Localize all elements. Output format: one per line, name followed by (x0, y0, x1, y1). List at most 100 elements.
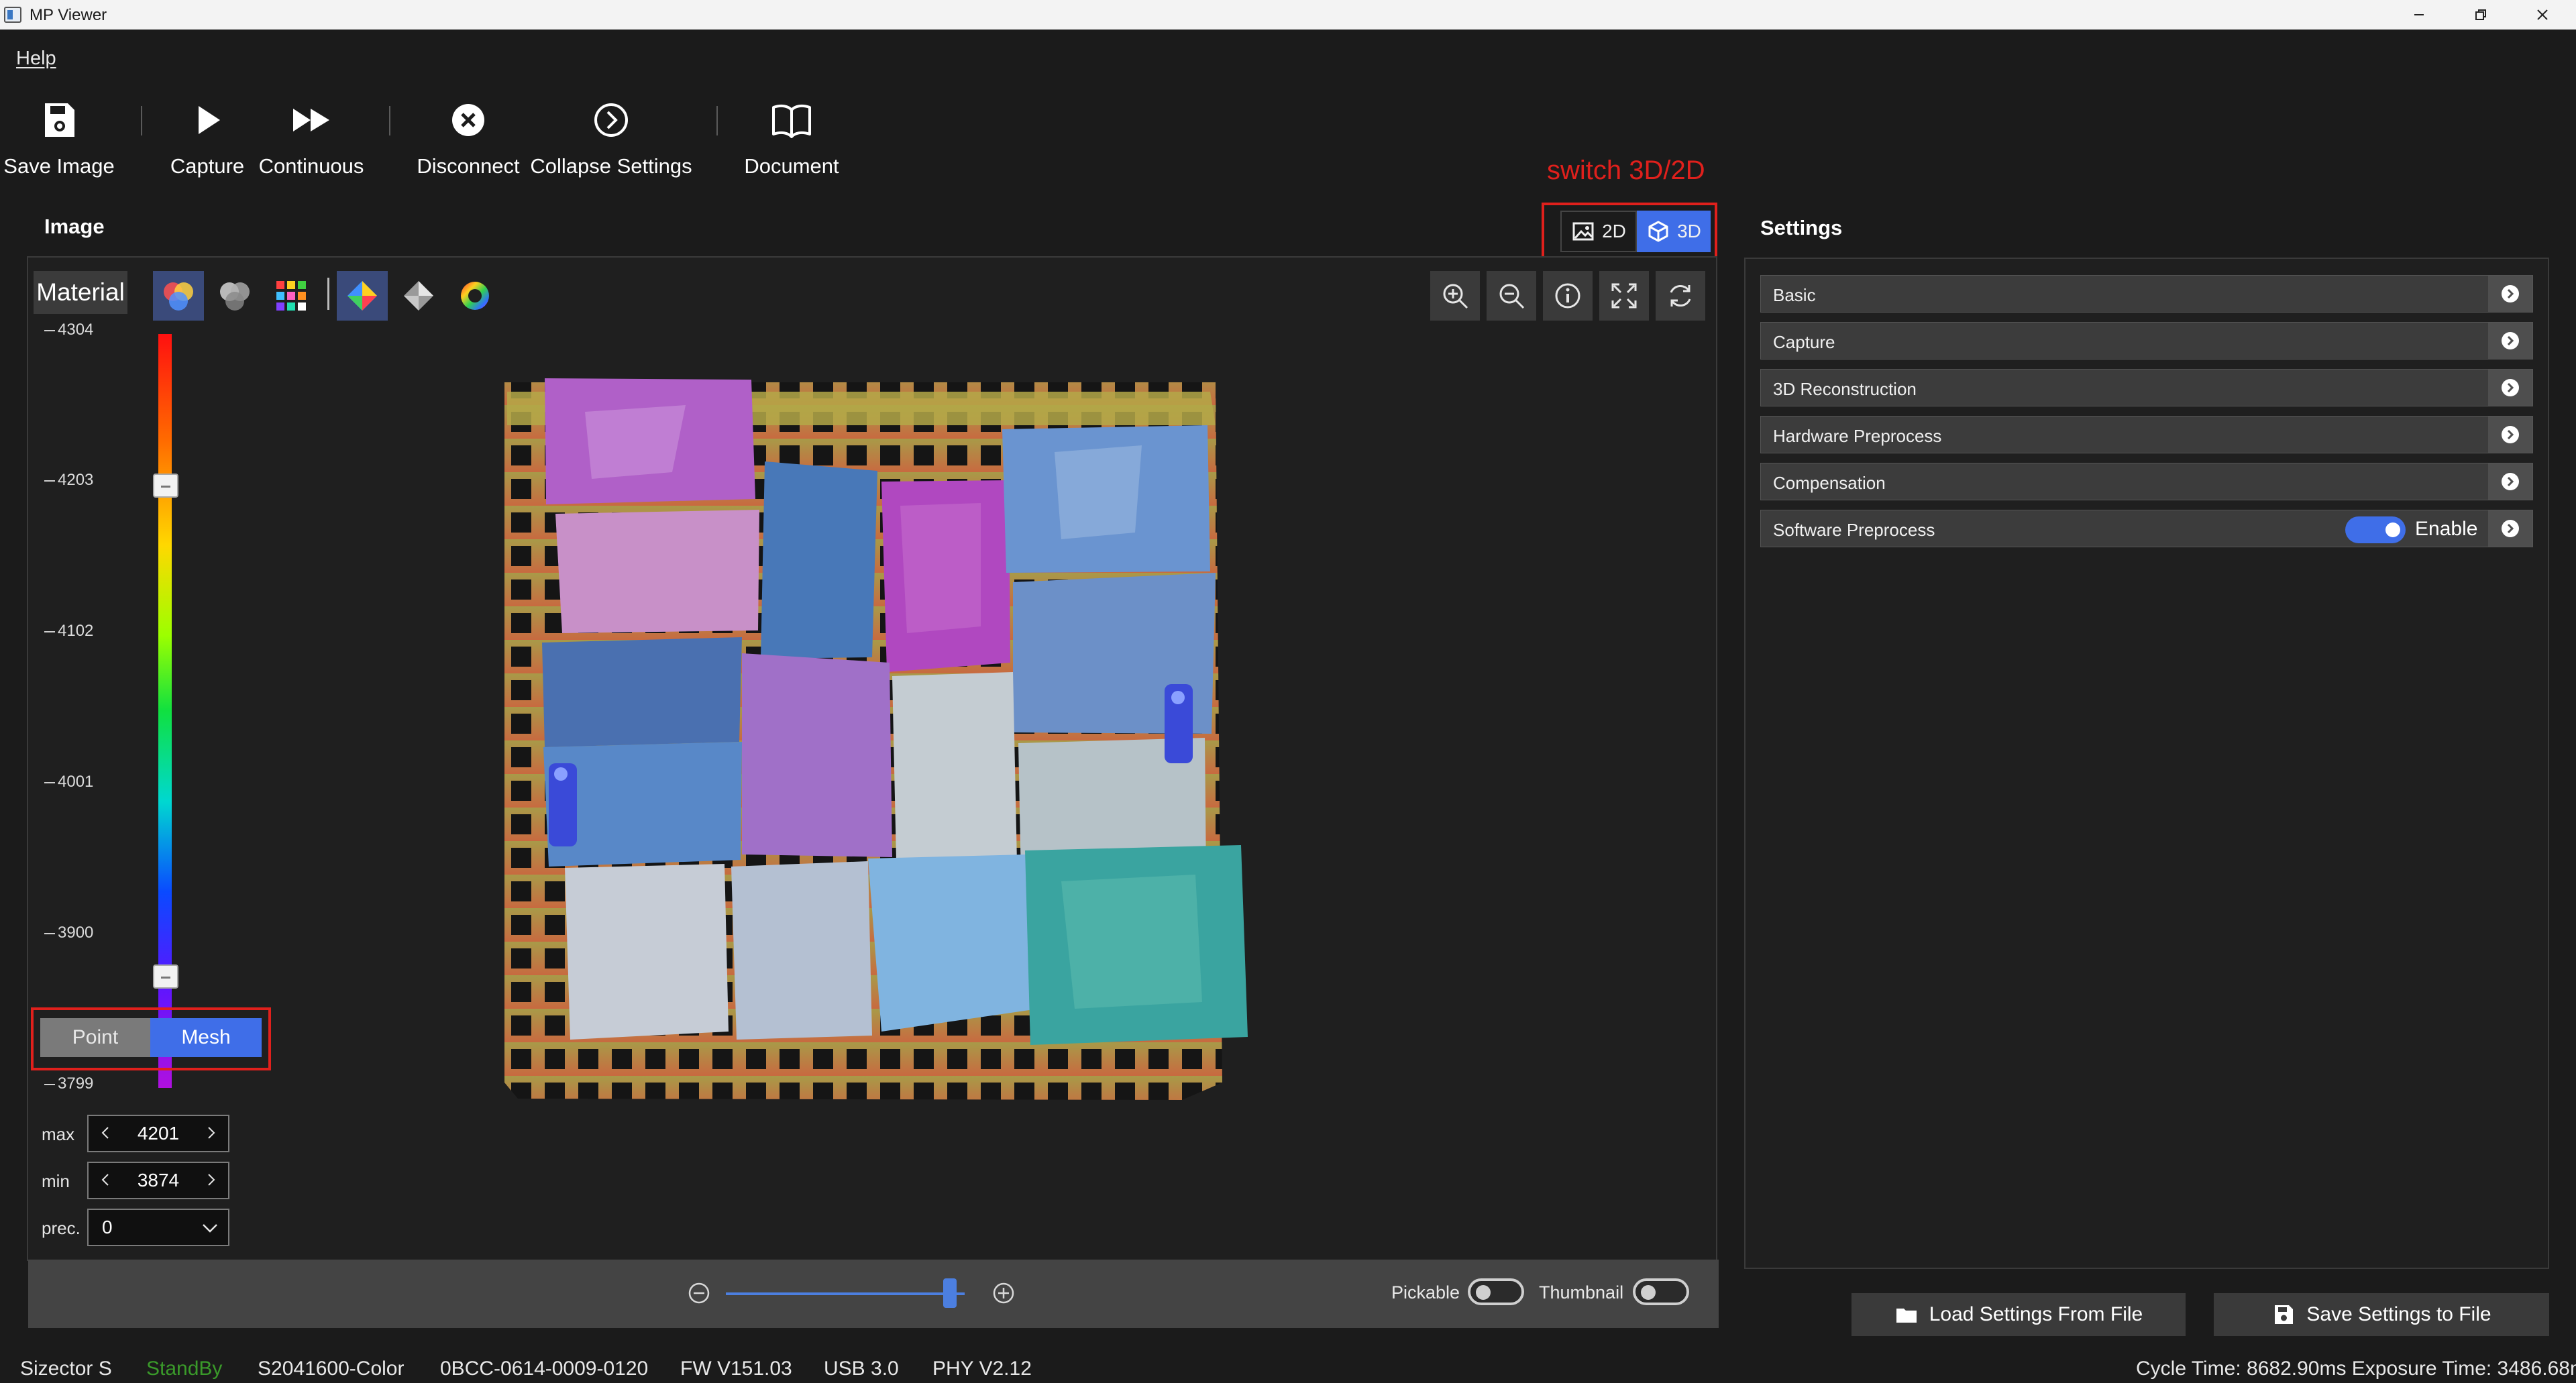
scale-tick: 4203 (44, 471, 93, 490)
collapse-settings-button[interactable]: Collapse Settings (530, 91, 692, 185)
cube-icon (1648, 221, 1668, 242)
info-button[interactable] (1543, 271, 1593, 321)
thumbnail-toggle[interactable] (1633, 1278, 1689, 1305)
expand-button[interactable] (2488, 417, 2532, 453)
max-depth-handle[interactable] (153, 474, 178, 498)
prec-label: prec. (42, 1218, 80, 1238)
info-icon (1555, 283, 1580, 309)
close-button[interactable] (2512, 0, 2573, 30)
settings-group-label: Software Preprocess (1773, 520, 1935, 540)
software-preprocess-state: Enable (2415, 518, 2478, 540)
color-mode-grid-button[interactable] (266, 271, 317, 321)
disconnect-button[interactable]: Disconnect (416, 91, 521, 185)
zoom-out-button[interactable] (1487, 271, 1536, 321)
zoom-out-icon (1499, 284, 1525, 309)
color-mode-rgb-button[interactable] (153, 271, 204, 321)
status-firmware: FW V151.03 (680, 1358, 792, 1380)
min-label: min (42, 1171, 70, 1191)
view-mode-switch: 2D 3D (1560, 211, 1711, 252)
continuous-button[interactable]: Continuous (256, 91, 366, 185)
close-icon (2537, 9, 2548, 20)
settings-panel (1744, 258, 2549, 1269)
expand-button[interactable] (2488, 370, 2532, 406)
fullscreen-button[interactable] (1599, 271, 1649, 321)
save-image-button[interactable]: Save Image (0, 91, 118, 185)
chevron-left-icon[interactable] (98, 1125, 113, 1140)
package (761, 461, 877, 659)
gray-circles-icon (220, 282, 250, 311)
pickable-toggle[interactable] (1468, 1278, 1524, 1305)
title-bar: MP Viewer (0, 0, 2576, 30)
image-icon (1572, 222, 1594, 241)
document-button[interactable]: Document (738, 91, 845, 185)
load-settings-button[interactable]: Load Settings From File (1851, 1293, 2186, 1336)
save-icon (45, 103, 74, 137)
settings-group-capture[interactable]: Capture (1760, 322, 2533, 359)
chevron-right-icon[interactable] (204, 1125, 219, 1140)
disconnect-icon (452, 104, 484, 136)
scale-tick: 4001 (44, 773, 93, 791)
zoom-plus-icon[interactable] (991, 1281, 1016, 1305)
min-stepper[interactable]: 3874 (87, 1162, 229, 1199)
settings-group-basic[interactable]: Basic (1760, 275, 2533, 313)
scale-tick: 3900 (44, 924, 93, 942)
view-2d-button[interactable]: 2D (1560, 211, 1637, 252)
color-mode-gray-button[interactable] (209, 271, 260, 321)
restore-button[interactable] (2450, 0, 2512, 30)
book-icon (772, 104, 811, 138)
document-label: Document (744, 154, 839, 178)
point-cloud-render[interactable] (471, 372, 1263, 1136)
chevron-left-icon[interactable] (98, 1172, 113, 1187)
shading-gray-button[interactable] (393, 271, 444, 321)
expand-button[interactable] (2488, 276, 2532, 312)
minimize-button[interactable] (2388, 0, 2450, 30)
color-wheel-button[interactable] (449, 271, 500, 321)
chevron-right-icon[interactable] (204, 1172, 219, 1187)
rgb-circles-icon (164, 282, 193, 311)
status-device: Sizector S (20, 1358, 112, 1380)
max-value[interactable]: 4201 (138, 1123, 179, 1144)
view-3d-button[interactable]: 3D (1637, 211, 1711, 252)
min-value[interactable]: 3874 (138, 1170, 179, 1191)
status-serial: 0BCC-0614-0009-0120 (440, 1358, 649, 1380)
settings-group-3d-reconstruction[interactable]: 3D Reconstruction (1760, 369, 2533, 406)
point-size-slider-handle[interactable] (943, 1278, 957, 1308)
shading-color-button[interactable] (337, 271, 388, 321)
point-size-slider-track[interactable] (726, 1292, 965, 1295)
package (565, 864, 729, 1040)
reset-view-button[interactable] (1656, 271, 1705, 321)
menu-help[interactable]: Help (16, 48, 56, 70)
mesh-mode-button[interactable]: Mesh (150, 1018, 262, 1057)
toolbar-separator (389, 106, 390, 135)
package (868, 854, 1038, 1032)
settings-group-compensation[interactable]: Compensation (1760, 463, 2533, 500)
toolbar-separator (141, 106, 142, 135)
status-phy: PHY V2.12 (932, 1358, 1032, 1380)
zoom-minus-icon[interactable] (687, 1281, 711, 1305)
restore-icon (2475, 9, 2486, 20)
chevron-right-circle-icon (2502, 520, 2519, 537)
menu-bar: Help (0, 30, 2576, 69)
expand-button[interactable] (2488, 323, 2532, 359)
point-mode-button[interactable]: Point (40, 1018, 150, 1057)
max-stepper[interactable]: 4201 (87, 1115, 229, 1152)
settings-panel-title: Settings (1760, 216, 1843, 239)
expand-button[interactable] (2488, 510, 2532, 547)
chevron-right-circle-icon (2502, 473, 2519, 490)
chevron-right-circle-icon (2502, 426, 2519, 443)
precision-select[interactable]: 0 (87, 1209, 229, 1246)
capture-button[interactable]: Capture (165, 91, 250, 185)
continuous-label: Continuous (258, 154, 364, 178)
software-preprocess-toggle[interactable] (2345, 516, 2406, 543)
scale-tick: 4304 (44, 321, 93, 339)
package (555, 510, 759, 633)
package (742, 653, 892, 857)
expand-button[interactable] (2488, 463, 2532, 500)
settings-group-hardware-preprocess[interactable]: Hardware Preprocess (1760, 416, 2533, 453)
min-depth-handle[interactable] (153, 964, 178, 989)
material-button[interactable]: Material (34, 271, 127, 314)
save-settings-button[interactable]: Save Settings to File (2214, 1293, 2549, 1336)
zoom-in-button[interactable] (1430, 271, 1480, 321)
fast-forward-icon (293, 109, 329, 131)
image-viewport[interactable]: Material 4304 4203 4102 4001 3900 3799 m… (27, 256, 1719, 1328)
